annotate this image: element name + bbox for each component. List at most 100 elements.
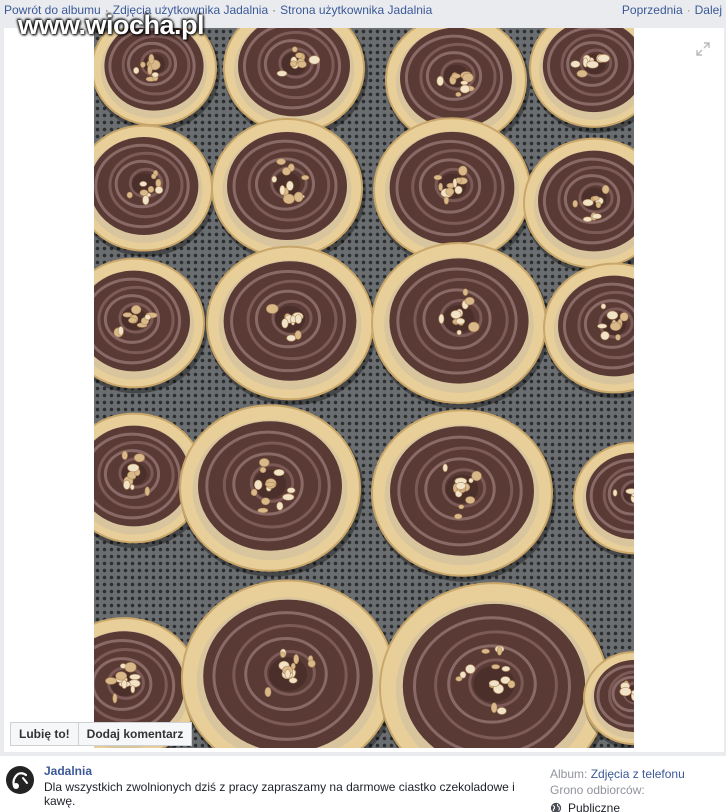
- hazelnut-piece: [438, 313, 445, 324]
- hazelnut-piece: [294, 314, 302, 324]
- hazelnut-piece: [291, 46, 298, 53]
- hazelnut-piece: [454, 513, 463, 520]
- hazelnut-piece: [279, 185, 286, 196]
- add-comment-button[interactable]: Dodaj komentarz: [78, 722, 193, 746]
- hazelnut-piece: [456, 329, 462, 336]
- hazelnut-piece: [464, 297, 475, 306]
- hazelnut-piece: [459, 671, 467, 679]
- hazelnut-piece: [462, 288, 469, 296]
- hazelnut-piece: [295, 52, 304, 59]
- tart: [94, 257, 208, 394]
- hazelnut-piece: [121, 450, 128, 460]
- hazelnut-piece: [288, 677, 298, 684]
- hazelnut-piece: [151, 72, 159, 78]
- hazelnut-piece: [308, 55, 321, 65]
- hazelnut-piece: [266, 303, 279, 314]
- hazelnut-piece: [144, 486, 150, 497]
- hazelnut-piece: [259, 458, 270, 467]
- hazelnut-piece: [128, 317, 137, 324]
- audience-selector[interactable]: Publiczne: [550, 800, 685, 812]
- hazelnut-piece: [597, 323, 608, 329]
- avatar[interactable]: [6, 766, 34, 794]
- audience-label: Grono odbiorców:: [550, 783, 645, 797]
- hazelnut-piece: [273, 469, 285, 477]
- hazelnut-piece: [451, 73, 461, 79]
- tart: [371, 409, 556, 582]
- hazelnut-piece: [250, 488, 258, 497]
- hazelnut-piece: [606, 310, 619, 320]
- avatar-logo: [12, 772, 28, 789]
- hazelnut-piece: [112, 693, 118, 704]
- hazelnut-piece: [123, 479, 131, 490]
- post-caption: Dla wszystkich zwolnionych dziś z pracy …: [44, 780, 515, 808]
- tart: [371, 241, 550, 410]
- hazelnut-piece: [122, 312, 133, 318]
- user-page-link[interactable]: Strona użytkownika Jadalnia: [280, 3, 432, 17]
- hazelnut-piece: [619, 687, 632, 697]
- hazelnut-piece: [301, 175, 310, 181]
- hazelnut-piece: [124, 662, 137, 673]
- hazelnut-piece: [154, 186, 164, 194]
- hazelnut-piece: [289, 60, 298, 68]
- hazelnut-piece: [501, 665, 511, 672]
- tart: [94, 124, 216, 257]
- hazelnut-piece: [276, 70, 288, 77]
- hazelnut-piece: [131, 305, 142, 315]
- hazelnut-piece: [592, 195, 600, 201]
- hazelnut-piece: [276, 158, 286, 165]
- hazelnut-piece: [261, 497, 271, 506]
- hazelnut-piece: [481, 648, 490, 654]
- expand-icon[interactable]: [696, 42, 710, 56]
- album-link[interactable]: Zdjęcia z telefonu: [591, 767, 685, 781]
- hazelnut-piece: [294, 330, 302, 340]
- hazelnut-piece: [126, 191, 133, 199]
- hazelnut-piece: [254, 479, 263, 490]
- next-link[interactable]: Dalej: [695, 3, 722, 17]
- hazelnut-piece: [283, 193, 295, 205]
- globe-icon: [550, 802, 562, 812]
- hazelnut-piece: [507, 680, 516, 689]
- watermark: www.wiocha.pl: [18, 10, 205, 40]
- hazelnut-piece: [286, 487, 296, 494]
- previous-link[interactable]: Poprzednia: [622, 3, 683, 17]
- tart: [94, 28, 220, 132]
- tart: [181, 579, 398, 748]
- hazelnut-piece: [572, 199, 578, 208]
- hazelnut-piece: [455, 482, 467, 490]
- hazelnut-piece: [130, 685, 136, 694]
- hazelnut-piece: [129, 673, 141, 680]
- hazelnut-piece: [459, 84, 471, 94]
- hazelnut-piece: [293, 654, 300, 665]
- hazelnut-piece: [491, 664, 500, 670]
- hazelnut-piece: [488, 679, 500, 687]
- hazelnut-piece: [140, 61, 146, 68]
- hazelnut-piece: [115, 671, 127, 681]
- hazelnut-piece: [286, 180, 294, 191]
- like-button[interactable]: Lubię to!: [10, 722, 79, 746]
- hazelnut-piece: [155, 178, 162, 188]
- hazelnut-piece: [496, 707, 507, 715]
- hazelnut-piece: [570, 60, 581, 68]
- hazelnut-piece: [601, 184, 610, 194]
- hazelnut-piece: [148, 53, 155, 65]
- hazelnut-piece: [433, 174, 443, 181]
- hazelnut-piece: [625, 488, 634, 495]
- hazelnut-piece: [147, 64, 153, 75]
- hazelnut-piece: [139, 181, 148, 187]
- photo-footer: Jadalnia Dla wszystkich zwolnionych dziś…: [0, 756, 726, 812]
- hazelnut-piece: [455, 92, 462, 97]
- hazelnut-piece: [597, 54, 610, 63]
- hazelnut-piece: [121, 679, 128, 689]
- hazelnut-piece: [438, 182, 443, 192]
- hazelnut-piece: [600, 303, 607, 310]
- hazelnut-piece: [452, 178, 458, 188]
- hazelnut-piece: [465, 496, 476, 504]
- hazelnut-piece: [610, 322, 622, 331]
- tart: [206, 245, 377, 406]
- hazelnut-piece: [151, 173, 157, 180]
- hazelnut-piece: [455, 317, 466, 325]
- hazelnut-piece: [119, 663, 127, 669]
- post-author[interactable]: Jadalnia: [44, 764, 92, 778]
- hazelnut-piece: [144, 314, 152, 321]
- tart: [523, 137, 634, 274]
